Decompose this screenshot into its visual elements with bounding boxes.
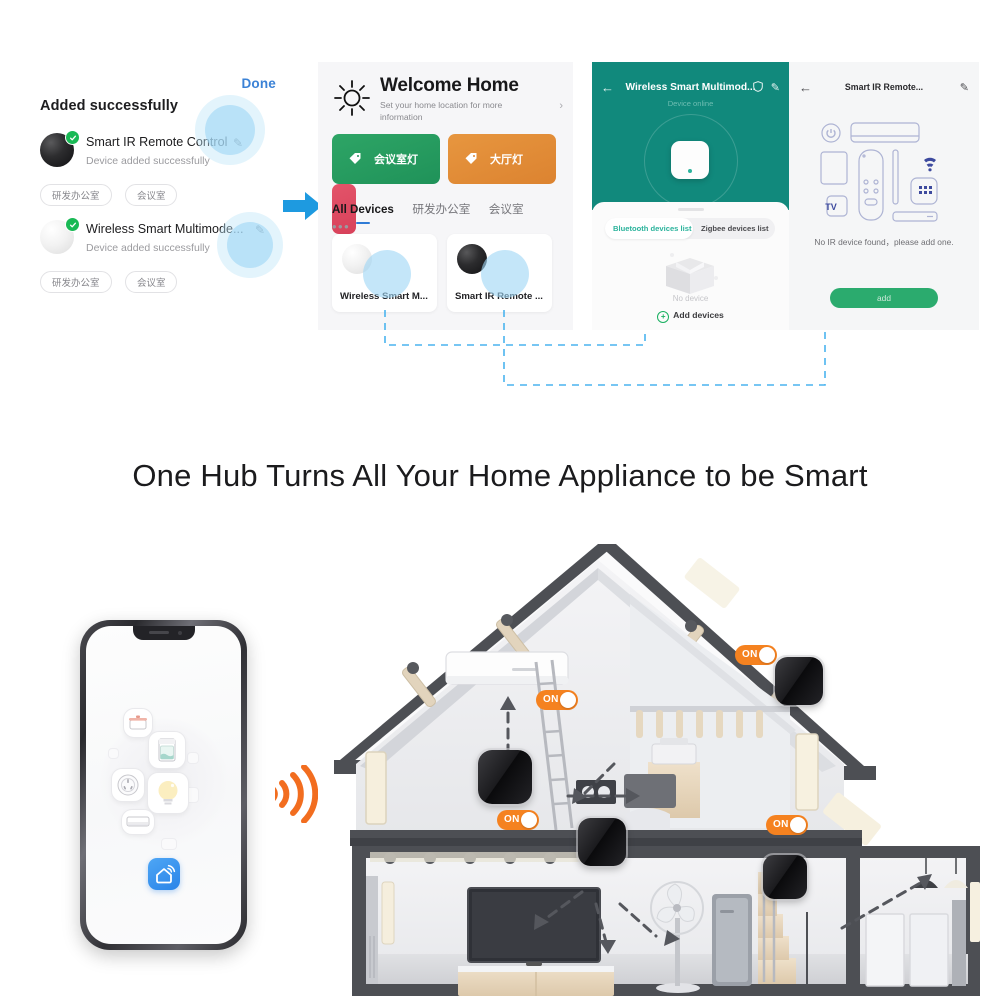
smart-home-app-icon[interactable] [147,858,180,890]
toggle-knob [759,647,775,663]
device-list-segment: Bluetooth devices list Zigbee devices li… [605,218,775,239]
svg-text:TV: TV [825,202,837,212]
smart-hub-device [576,816,628,868]
check-circle-icon [65,217,80,232]
highlight-halo [363,250,411,298]
device-tags: 研发办公室 会议室 [40,184,186,206]
device-hero: ← Wireless Smart Multimod... ✎ Device on… [592,62,789,210]
decor-square [161,838,177,850]
highlight-halo [205,105,255,155]
page-headline: One Hub Turns All Your Home Appliance to… [132,458,868,493]
sun-icon [334,80,370,116]
phone-screen [86,626,241,944]
toggle-knob [560,692,576,708]
white-hub-icon [671,141,709,179]
toggle-label: ON [543,693,559,705]
tag-chip[interactable]: 会议室 [124,271,178,293]
scene-button[interactable]: 大厅灯 [448,134,556,184]
tag-chip[interactable]: 会议室 [124,184,178,206]
scene-button[interactable]: 会议室灯 [332,134,440,184]
home-scene-illustration: ON ON ON ON [0,520,1000,1000]
panel-smart-ir-remote: ← Smart IR Remote... ✎ TV No IR device f… [789,62,979,330]
tag-icon [349,153,361,164]
add-button[interactable]: add [830,288,938,308]
on-toggle[interactable]: ON [497,810,539,830]
smartphone-mockup [80,620,247,950]
pencil-icon[interactable]: ✎ [960,81,969,94]
scene-label: 会议室灯 [374,154,418,166]
tag-chip[interactable]: 研发办公室 [40,271,112,293]
page-title: Welcome Home [380,75,519,96]
toggle-label: ON [742,648,758,660]
device-group-tabs: All Devices 研发办公室 会议室 ••• [332,200,562,236]
check-circle-icon [65,130,80,145]
tab-more[interactable]: ••• [332,219,350,234]
on-toggle[interactable]: ON [766,815,808,835]
highlight-halo [227,222,273,268]
air-conditioner-icon[interactable] [121,809,155,835]
tab-group-2[interactable]: 会议室 [489,201,524,217]
toggle-knob [790,817,806,833]
page-title: Smart IR Remote... [844,82,924,92]
socket-icon[interactable] [111,768,145,802]
device-list-sheet: Bluetooth devices list Zigbee devices li… [592,202,789,330]
shield-icon[interactable] [753,81,763,92]
chevron-right-icon[interactable]: › [559,100,563,112]
device-status: Device added successfully [86,155,210,167]
panel-welcome-home: Welcome Home Set your home location for … [318,62,573,330]
house-cutaway-illustration [334,544,980,996]
page-root: Done Added successfully Smart IR Remote … [0,0,1000,1000]
smart-hub-device [773,655,825,707]
tab-zigbee-devices[interactable]: Zigbee devices list [701,224,769,233]
toggle-label: ON [773,818,789,830]
add-devices-label: Add devices [673,310,724,320]
highlight-halo [481,250,529,298]
phone-notch [132,626,195,640]
home-location-subtitle: Set your home location for more informat… [380,100,503,122]
sheet-grabber[interactable] [677,208,704,211]
add-devices-button[interactable]: + Add devices [592,310,789,323]
on-toggle[interactable]: ON [536,690,578,710]
on-toggle[interactable]: ON [735,645,777,665]
smart-hub-device [761,853,809,901]
toggle-label: ON [504,813,520,825]
ir-appliance-illustration: TV [820,122,938,222]
empty-box-icon [666,253,718,294]
pencil-icon[interactable]: ✎ [771,81,780,94]
washing-machine-icon[interactable] [148,731,186,769]
decor-square [187,752,199,764]
tab-bluetooth-devices[interactable]: Bluetooth devices list [613,224,692,233]
empty-state-label: No device [672,294,709,303]
device-status: Device online [667,99,714,108]
scene-label: 大厅灯 [490,154,523,166]
arrow-right-icon [283,192,322,220]
tag-icon [465,153,477,164]
app-screens-row: Done Added successfully Smart IR Remote … [0,0,1000,420]
tab-all-devices[interactable]: All Devices [332,203,394,216]
light-bulb-icon[interactable] [147,772,189,814]
panel-wireless-multimode: ← Wireless Smart Multimod... ✎ Device on… [592,62,789,330]
toggle-knob [521,812,537,828]
empty-state-message: No IR device found，please add one. [814,237,954,247]
plus-circle-icon: + [657,311,670,323]
tag-chip[interactable]: 研发办公室 [40,184,112,206]
wifi-signal-icon [275,765,318,823]
smart-hub-device [476,748,534,806]
panel-title: Added successfully [40,98,178,114]
tab-group-1[interactable]: 研发办公室 [412,201,470,217]
decor-square [108,748,119,759]
scene-shortcuts: 会议室灯 大厅灯 [332,134,573,234]
device-status: Device added successfully [86,242,210,254]
device-tags: 研发办公室 会议室 [40,271,186,293]
done-button[interactable]: Done [241,76,276,91]
